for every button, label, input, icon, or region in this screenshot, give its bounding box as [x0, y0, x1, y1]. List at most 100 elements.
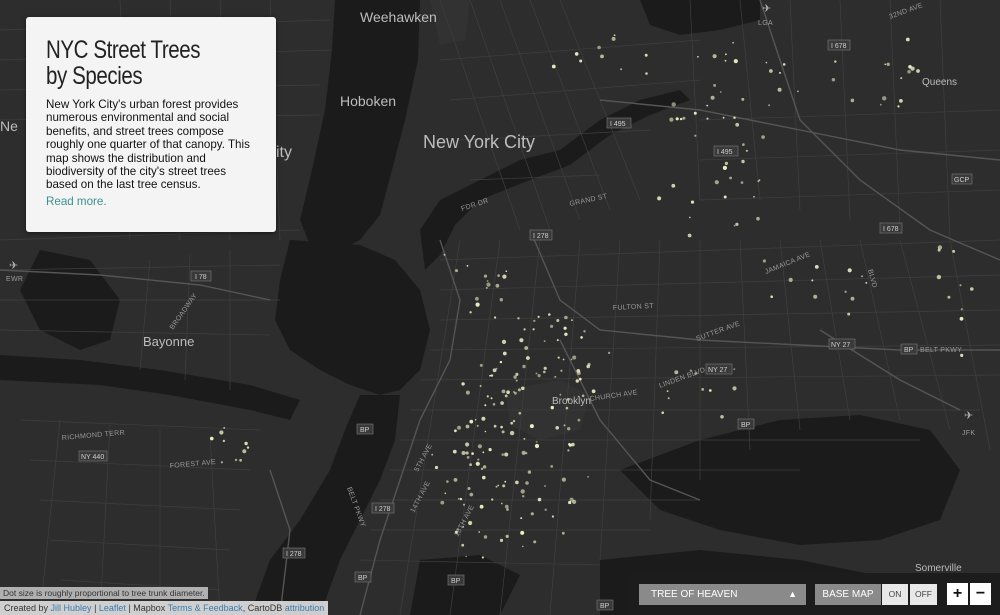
tree-dot	[512, 419, 516, 423]
shield-i678-a: I 678	[827, 39, 851, 51]
tree-dot	[223, 426, 226, 429]
svg-text:JFK: JFK	[962, 430, 975, 437]
tree-dot	[510, 421, 513, 425]
tree-dot	[515, 480, 519, 485]
tree-dot	[481, 556, 484, 559]
tree-dot	[461, 382, 465, 386]
tree-dot	[761, 135, 765, 139]
tree-dot	[515, 379, 518, 382]
tree-dot	[580, 336, 583, 339]
tree-dot	[518, 411, 522, 415]
svg-text:I 278: I 278	[375, 506, 391, 513]
tree-dot	[667, 397, 670, 400]
tree-dot	[689, 216, 691, 219]
tree-dot	[687, 233, 692, 238]
shield-bp-f: BP	[596, 599, 614, 611]
species-dropdown[interactable]: TREE OF HEAVEN ▲	[639, 584, 806, 605]
tree-dot	[745, 149, 749, 152]
label-ne-edge: Ne	[0, 118, 18, 134]
tree-dot	[493, 424, 497, 428]
tree-dot	[486, 282, 491, 287]
tree-dot	[210, 436, 214, 441]
tree-dot	[591, 389, 596, 394]
tree-dot	[733, 116, 736, 119]
tree-dot	[577, 418, 581, 422]
tree-dot	[454, 429, 457, 433]
tree-dot	[465, 442, 470, 447]
tree-dot	[519, 338, 524, 343]
tree-dot	[563, 326, 567, 330]
author-link[interactable]: Jill Hubley	[51, 603, 92, 613]
tree-dot	[501, 339, 507, 344]
tree-dot	[712, 54, 717, 59]
tree-dot	[523, 328, 526, 331]
tree-dot	[847, 312, 851, 316]
shield-i278-c: I 278	[282, 547, 306, 559]
tree-dot	[222, 439, 226, 443]
tree-dot	[882, 96, 887, 101]
tree-dot	[729, 176, 732, 180]
tree-dot	[742, 143, 745, 146]
tree-dot	[732, 386, 737, 391]
dropdown-arrow-icon: ▲	[788, 589, 797, 599]
tree-dot	[520, 489, 525, 494]
tree-dot	[741, 159, 745, 164]
tree-dot	[579, 59, 583, 63]
read-more-link[interactable]: Read more.	[46, 195, 107, 208]
tree-dot	[453, 478, 458, 482]
tree-dot	[479, 363, 483, 367]
tree-dot	[452, 449, 457, 454]
zoom-in-button[interactable]: +	[947, 583, 968, 605]
tree-dot	[611, 36, 616, 41]
tree-dot	[557, 356, 560, 359]
tree-dot	[446, 480, 449, 483]
tree-dot	[465, 390, 470, 395]
label-new-york-city: New York City	[423, 132, 535, 152]
tree-dot	[865, 281, 868, 284]
tree-dot	[444, 492, 447, 495]
tree-dot	[462, 503, 466, 506]
shield-bp-b: BP	[737, 418, 755, 430]
base-map-off-button[interactable]: OFF	[910, 584, 937, 605]
svg-text:✈: ✈	[762, 3, 771, 15]
tree-dot	[517, 388, 521, 392]
svg-text:LGA: LGA	[758, 20, 773, 27]
terms-feedback-link[interactable]: Terms & Feedback	[168, 603, 243, 613]
tree-dot	[850, 98, 855, 103]
tree-dot	[477, 458, 480, 461]
tree-dot	[495, 367, 498, 370]
tree-dot	[561, 477, 567, 482]
base-map-on-button[interactable]: ON	[882, 584, 908, 605]
zoom-out-button[interactable]: −	[970, 583, 991, 605]
shield-i278-b: I 278	[371, 502, 395, 514]
tree-dot	[713, 84, 716, 87]
tree-dot	[499, 298, 503, 302]
tree-dot	[570, 358, 573, 361]
tree-dot	[847, 268, 852, 273]
tree-dot	[490, 397, 493, 400]
tree-dot	[724, 161, 729, 165]
tree-dot	[497, 484, 500, 487]
tree-dot	[525, 452, 528, 455]
tree-dot	[722, 165, 728, 170]
label-brooklyn: Brooklyn	[552, 396, 591, 407]
tree-dot	[535, 441, 538, 443]
tree-dot	[529, 424, 534, 429]
tree-dot	[960, 308, 963, 311]
tree-dot	[246, 446, 250, 449]
tree-dot	[234, 458, 238, 462]
tree-dot	[505, 270, 508, 273]
tree-dot	[524, 346, 529, 350]
attribution-link[interactable]: attribution	[285, 603, 325, 613]
tree-dot	[693, 111, 697, 115]
info-panel: NYC Street Trees by Species New York Cit…	[26, 17, 276, 232]
tree-dot	[474, 418, 477, 421]
shield-bp-a: BP	[900, 343, 918, 355]
tree-dot	[491, 498, 494, 501]
tree-dot	[495, 485, 498, 488]
leaflet-link[interactable]: Leaflet	[99, 603, 126, 613]
tree-dot	[548, 313, 551, 316]
tree-dot	[565, 406, 569, 410]
tree-dot	[480, 467, 484, 470]
svg-text:BP: BP	[741, 422, 751, 429]
